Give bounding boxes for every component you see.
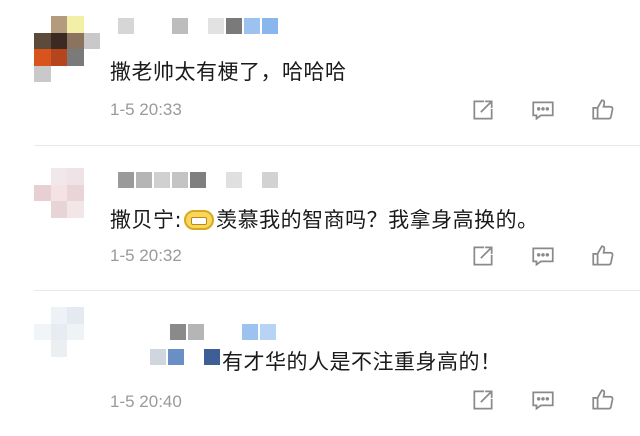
username[interactable] — [118, 172, 278, 190]
comment-text-suffix: 羡慕我的智商吗？我拿身高换的。 — [216, 208, 539, 232]
comment-time: 1-5 20:33 — [110, 100, 182, 119]
share-icon[interactable] — [470, 243, 496, 269]
like-icon[interactable] — [590, 243, 616, 269]
reply-icon[interactable] — [530, 97, 556, 123]
avatar[interactable] — [34, 307, 100, 373]
comment-time: 1-5 20:40 — [110, 392, 182, 411]
comment-text: 撒贝宁: 羡慕我的智商吗？我拿身高换的。 — [110, 204, 539, 234]
grin-emoji-icon — [184, 210, 215, 230]
comment-item: 撒贝宁: 羡慕我的智商吗？我拿身高换的。 1-5 20:32 — [0, 146, 640, 291]
like-icon[interactable] — [590, 387, 616, 413]
avatar[interactable] — [34, 16, 100, 82]
share-icon[interactable] — [470, 97, 496, 123]
comment-text: 撒老帅太有梗了，哈哈哈 — [110, 60, 347, 84]
like-icon[interactable] — [590, 97, 616, 123]
comment-time: 1-5 20:32 — [110, 246, 182, 265]
reply-icon[interactable] — [530, 243, 556, 269]
comment-item: 有才华的人是不注重身高的！ 1-5 20:40 — [0, 291, 640, 436]
username[interactable] — [118, 18, 278, 36]
username[interactable] — [170, 324, 276, 342]
comment-text-prefix: 撒贝宁: — [110, 208, 183, 232]
avatar[interactable] — [34, 168, 100, 234]
comment-actions — [470, 387, 616, 413]
user-badge — [150, 349, 220, 367]
reply-icon[interactable] — [530, 387, 556, 413]
comment-actions — [470, 243, 616, 269]
share-icon[interactable] — [470, 387, 496, 413]
comment-item: 撒老帅太有梗了，哈哈哈 1-5 20:33 — [0, 0, 640, 145]
comment-text: 有才华的人是不注重身高的！ — [222, 350, 502, 374]
comment-actions — [470, 97, 616, 123]
